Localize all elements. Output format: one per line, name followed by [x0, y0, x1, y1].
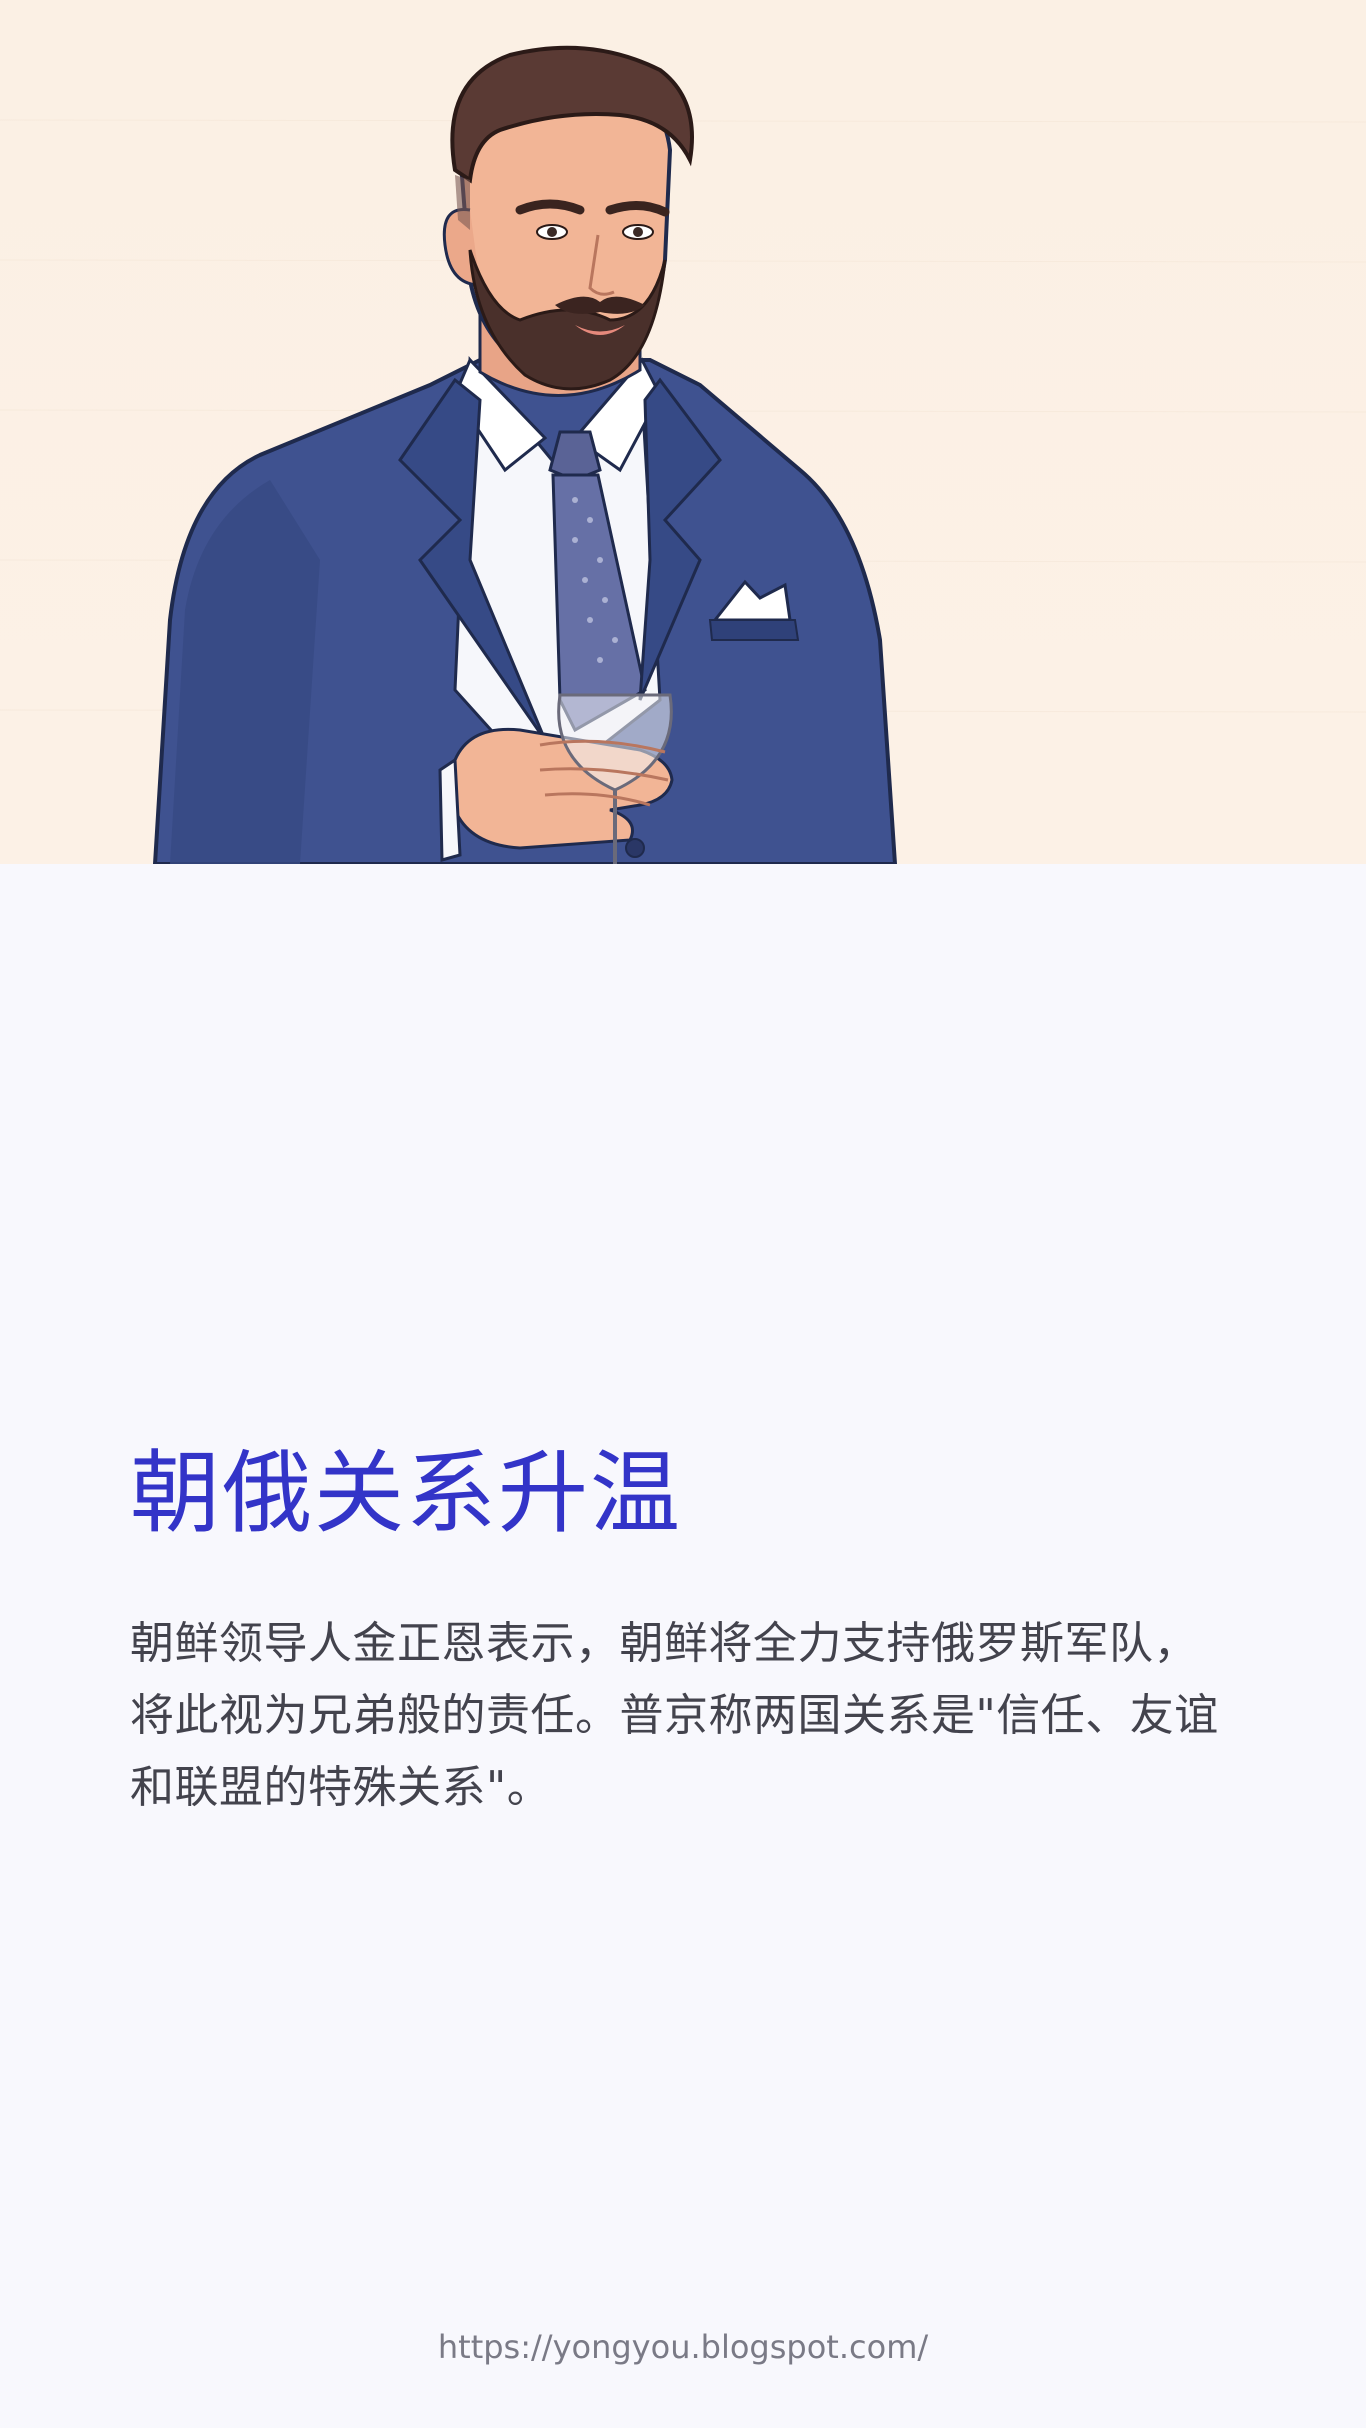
- man-in-suit-illustration: [0, 45, 1366, 864]
- footer-url[interactable]: https://yongyou.blogspot.com/: [0, 2328, 1366, 2366]
- hero-illustration: [0, 0, 1366, 864]
- article-body: 朝鲜领导人金正恩表示，朝鲜将全力支持俄罗斯军队，将此视为兄弟般的责任。普京称两国…: [130, 1618, 1219, 1813]
- page: 朝俄关系升温 朝鲜领导人金正恩表示，朝鲜将全力支持俄罗斯军队，将此视为兄弟般的责…: [0, 0, 1366, 2428]
- article: 朝俄关系升温 朝鲜领导人金正恩表示，朝鲜将全力支持俄罗斯军队，将此视为兄弟般的责…: [130, 1440, 1240, 1824]
- article-title: 朝俄关系升温: [130, 1441, 682, 1546]
